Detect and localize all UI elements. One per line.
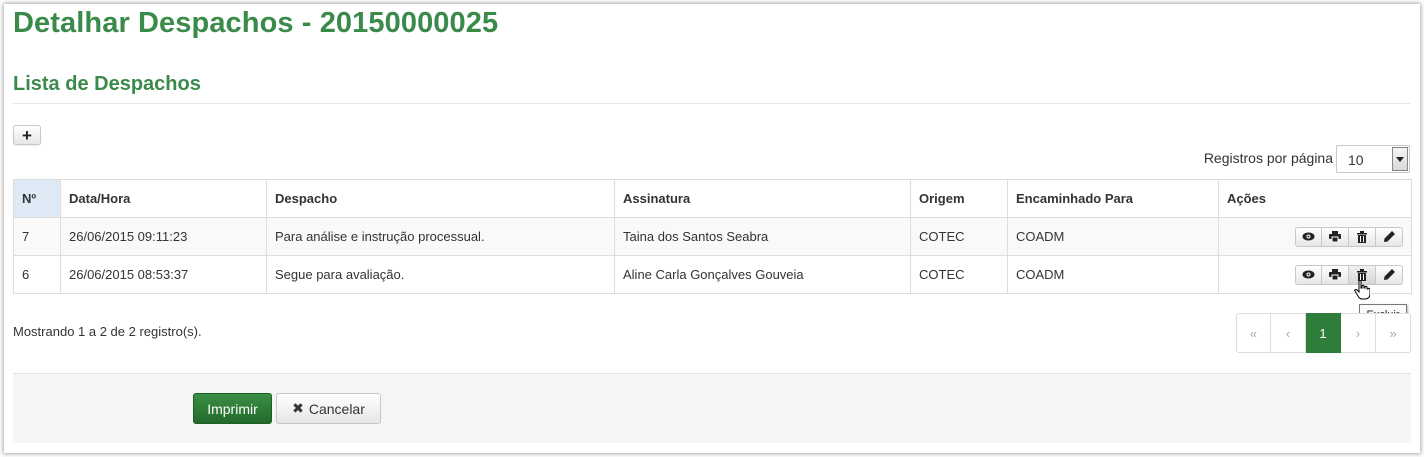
cell-numero: 7 [13, 217, 61, 256]
pagination-first[interactable]: « [1236, 313, 1271, 353]
eye-icon [1302, 270, 1315, 279]
table-row: 6 26/06/2015 08:53:37 Segue para avaliaç… [13, 255, 1412, 294]
row-actions [1295, 264, 1403, 285]
print-button[interactable] [1322, 264, 1349, 285]
edit-button[interactable] [1376, 226, 1403, 247]
pagination-last[interactable]: » [1376, 313, 1411, 353]
trash-icon [1357, 268, 1367, 281]
pagination-page-current[interactable]: 1 [1306, 313, 1341, 353]
close-icon: ✖ [292, 400, 304, 416]
pagination-prev[interactable]: ‹ [1271, 313, 1306, 353]
edit-button[interactable] [1376, 264, 1403, 285]
printer-icon [1329, 231, 1341, 242]
cell-acoes [1218, 255, 1412, 294]
column-header-encaminhado-para[interactable]: Encaminhado Para [1007, 179, 1219, 218]
pencil-icon [1383, 269, 1395, 280]
eye-icon [1302, 232, 1315, 241]
table-row: 7 26/06/2015 09:11:23 Para análise e ins… [13, 217, 1412, 256]
cell-origem: COTEC [910, 255, 1008, 294]
column-header-assinatura[interactable]: Assinatura [614, 179, 911, 218]
cell-assinatura: Taina dos Santos Seabra [614, 217, 911, 256]
cell-data-hora: 26/06/2015 09:11:23 [60, 217, 267, 256]
trash-icon [1357, 230, 1367, 243]
cell-acoes [1218, 217, 1412, 256]
add-despacho-button[interactable]: + [13, 125, 41, 145]
per-page-select[interactable]: 10 [1336, 145, 1410, 173]
row-actions [1295, 226, 1403, 247]
hand-cursor-icon [1354, 280, 1370, 300]
cell-encaminhado: COADM [1007, 255, 1219, 294]
pencil-icon [1383, 231, 1395, 242]
chevron-down-icon[interactable] [1392, 147, 1408, 171]
column-header-despacho[interactable]: Despacho [266, 179, 615, 218]
pagination: « ‹ 1 › » [1236, 313, 1411, 353]
print-button[interactable]: Imprimir [193, 393, 272, 424]
cell-encaminhado: COADM [1007, 217, 1219, 256]
records-count-text: Mostrando 1 a 2 de 2 registro(s). [13, 324, 202, 339]
cell-assinatura: Aline Carla Gonçalves Gouveia [614, 255, 911, 294]
table-header-row: Nº Data/Hora Despacho Assinatura Origem … [13, 179, 1412, 218]
view-button[interactable] [1295, 226, 1322, 247]
cell-numero: 6 [13, 255, 61, 294]
cell-despacho: Segue para avaliação. [266, 255, 615, 294]
printer-icon [1329, 269, 1341, 280]
column-header-data-hora[interactable]: Data/Hora [60, 179, 267, 218]
cancel-label: Cancelar [308, 400, 365, 417]
per-page-label: Registros por página [1203, 150, 1333, 166]
column-header-numero[interactable]: Nº [13, 179, 61, 218]
despachos-table: Nº Data/Hora Despacho Assinatura Origem … [13, 179, 1412, 294]
section-title: Lista de Despachos [13, 73, 201, 95]
column-header-origem[interactable]: Origem [910, 179, 1008, 218]
per-page-value: 10 [1348, 152, 1364, 168]
pagination-next[interactable]: › [1341, 313, 1376, 353]
page-title: Detalhar Despachos - 20150000025 [13, 7, 499, 39]
print-button[interactable] [1322, 226, 1349, 247]
section-divider [13, 103, 1410, 104]
column-header-acoes: Ações [1218, 179, 1412, 218]
cell-origem: COTEC [910, 217, 1008, 256]
plus-icon: + [22, 125, 32, 145]
view-button[interactable] [1295, 264, 1322, 285]
cancel-button[interactable]: ✖ Cancelar [276, 393, 381, 424]
delete-button[interactable] [1349, 226, 1376, 247]
cell-despacho: Para análise e instrução processual. [266, 217, 615, 256]
cell-data-hora: 26/06/2015 08:53:37 [60, 255, 267, 294]
